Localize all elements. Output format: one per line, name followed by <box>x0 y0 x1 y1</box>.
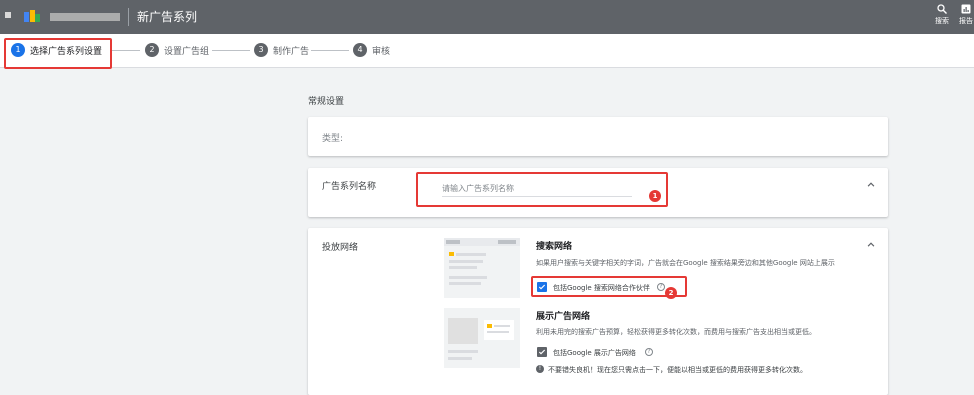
display-network-tip: 不要错失良机！现在您只需点击一下，便能以相当或更低的费用获得更多转化次数。 <box>548 366 807 374</box>
search-icon <box>937 4 947 14</box>
campaign-stepper: 1 选择广告系列设置 2 设置广告组 3 制作广告 4 审核 <box>0 34 974 68</box>
page-title: 新广告系列 <box>137 10 198 24</box>
search-network-description: 如果用户搜索与关键字相关的字词，广告就会在Google 搜索结果旁边和其他Goo… <box>536 259 835 267</box>
display-network-checkbox[interactable] <box>537 347 547 357</box>
help-icon[interactable]: ? <box>645 348 653 356</box>
step-number: 4 <box>353 43 367 57</box>
chevron-up-icon[interactable] <box>864 238 878 252</box>
step-number: 2 <box>145 43 159 57</box>
search-network-heading: 搜索网络 <box>536 242 573 252</box>
account-name-redacted[interactable] <box>50 13 120 21</box>
search-button[interactable]: 搜索 <box>930 3 954 26</box>
search-network-illustration <box>444 238 520 298</box>
topbar-divider <box>128 8 129 26</box>
network-card: 投放网络 搜索网络 如果用户搜索与关键字相关的字词，广告就会在Google 搜索… <box>308 228 888 395</box>
campaign-type-card[interactable]: 类型: <box>308 117 888 156</box>
annotation-marker-2: 2 <box>665 287 677 299</box>
step-number: 3 <box>254 43 268 57</box>
info-icon: ! <box>536 365 544 373</box>
section-title-general-settings: 常规设置 <box>308 97 345 107</box>
display-network-illustration <box>444 308 520 368</box>
campaign-type-label: 类型: <box>322 134 344 144</box>
checkmark-icon <box>538 349 546 355</box>
display-network-description: 利用未用完的搜索广告预算，轻松获得更多转化次数，而费用与搜索广告支出相当或更低。 <box>536 328 816 336</box>
annotation-highlight-step <box>4 38 112 69</box>
menu-icon[interactable] <box>5 12 11 18</box>
step-label: 制作广告 <box>273 47 310 57</box>
step-connector <box>212 50 250 51</box>
network-label: 投放网络 <box>322 243 359 253</box>
annotation-highlight-search-partners <box>531 276 687 297</box>
step-label: 审核 <box>372 47 391 57</box>
step-label: 设置广告组 <box>164 47 210 57</box>
annotation-marker-1: 1 <box>649 190 661 202</box>
reports-icon <box>961 4 971 14</box>
reports-button[interactable]: 报告 <box>954 3 974 26</box>
display-network-heading: 展示广告网络 <box>536 312 591 322</box>
top-app-bar: 新广告系列 搜索 报告 <box>0 0 974 34</box>
chevron-up-icon[interactable] <box>864 178 878 192</box>
annotation-highlight-name-input <box>416 172 668 207</box>
step-connector <box>311 50 349 51</box>
campaign-name-label: 广告系列名称 <box>322 182 377 192</box>
search-button-label: 搜索 <box>935 17 949 25</box>
step-connector <box>112 50 140 51</box>
display-network-label: 包括Google 展示广告网络 <box>553 349 636 357</box>
google-ads-logo-icon <box>24 10 40 22</box>
reports-button-label: 报告 <box>959 17 973 25</box>
